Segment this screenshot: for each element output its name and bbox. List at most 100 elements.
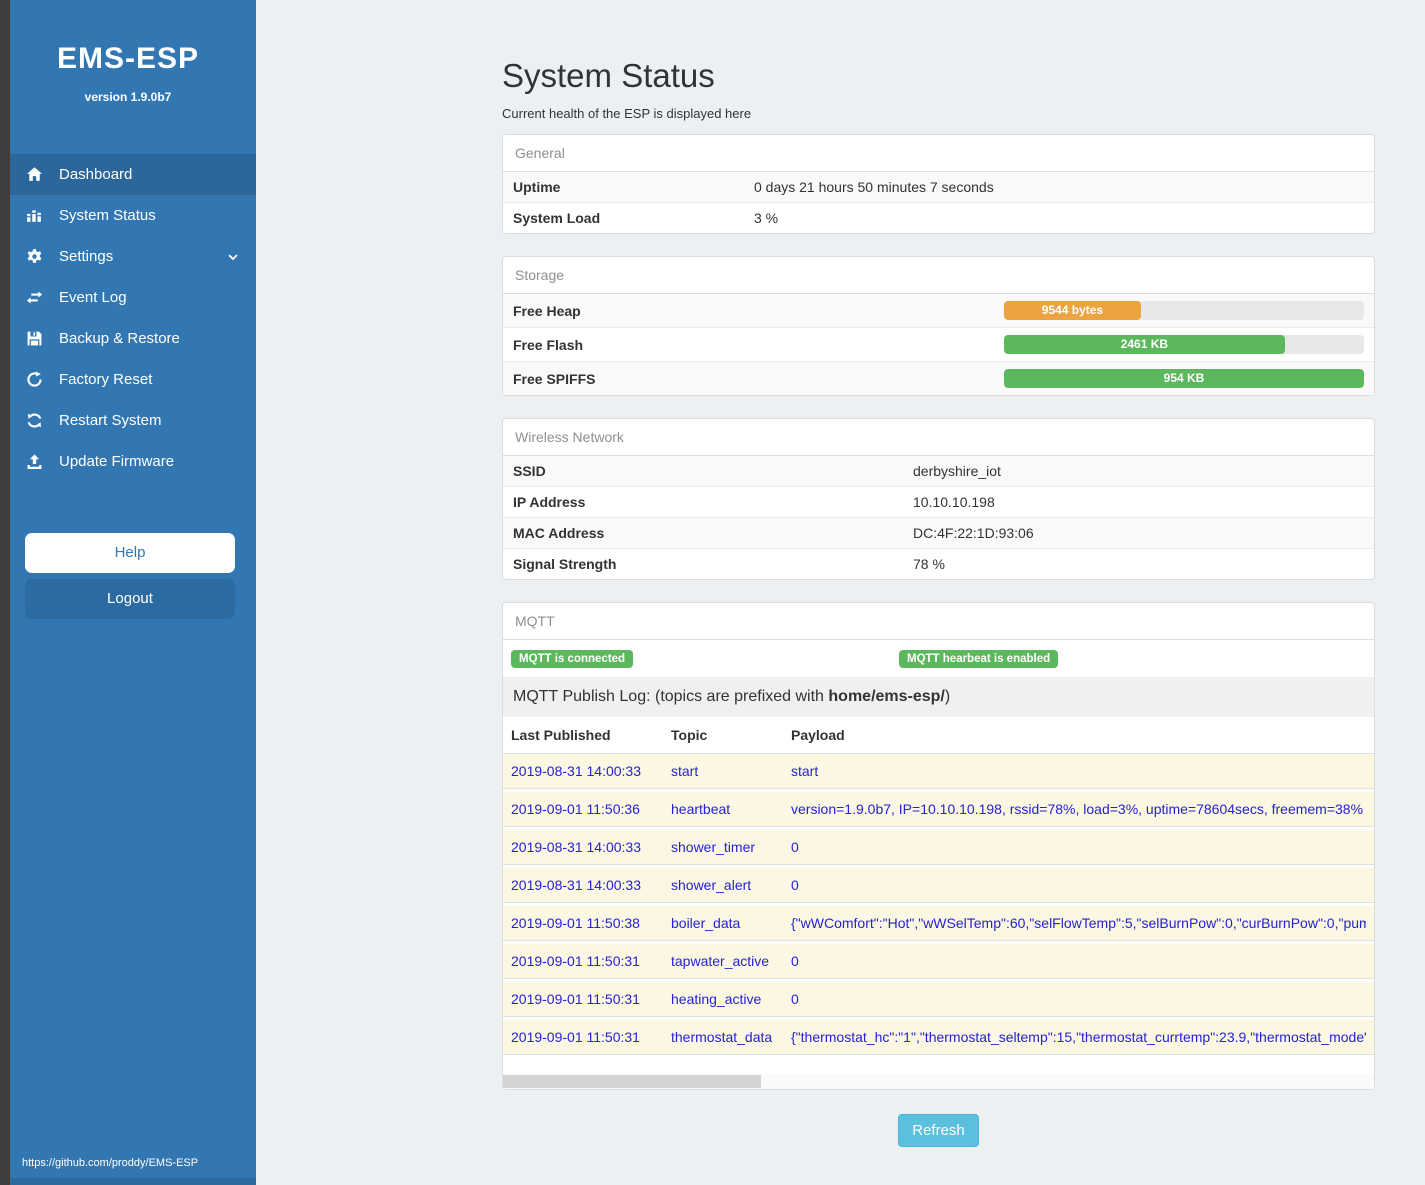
sidebar-item-restart-system[interactable]: Restart System [0,400,256,441]
log-last-published: 2019-09-01 11:50:31 [511,991,671,1007]
general-panel: General Uptime0 days 21 hours 50 minutes… [502,134,1375,234]
sidebar-item-label: System Status [59,207,156,224]
horizontal-scrollbar-thumb[interactable] [503,1075,761,1088]
log-last-published: 2019-09-01 11:50:38 [511,915,671,931]
sidebar-item-label: Settings [59,248,113,265]
general-panel-title: General [503,135,1374,172]
log-payload: 0 [791,953,1366,969]
mqtt-log-table-header: Last Published Topic Payload [503,717,1374,754]
sidebar-item-dashboard[interactable]: Dashboard [0,154,256,195]
log-topic: heating_active [671,991,791,1007]
log-topic: start [671,763,791,779]
sidebar-item-update-firmware[interactable]: Update Firmware [0,441,256,482]
mqtt-log-row: 2019-08-31 14:00:33startstart [503,754,1374,789]
sidebar-item-system-status[interactable]: System Status [0,195,256,236]
row-label: Free SPIFFS [513,371,1004,387]
log-payload: {"thermostat_hc":"1","thermostat_seltemp… [791,1029,1366,1045]
row-label: Signal Strength [513,556,913,572]
log-payload: start [791,763,1366,779]
row-label: SSID [513,463,913,479]
log-payload: 0 [791,877,1366,893]
mqtt-log-row: 2019-08-31 14:00:33shower_timer0 [503,830,1374,865]
sidebar-item-label: Update Firmware [59,453,174,470]
progress-label: 954 KB [1164,371,1205,385]
row-label: IP Address [513,494,913,510]
sidebar-item-label: Backup & Restore [59,330,180,347]
mqtt-log-heading-prefix: MQTT Publish Log: (topics are prefixed w… [513,688,828,705]
status-badge-mqtt-hearbeat-is-enabled: MQTT hearbeat is enabled [899,650,1058,668]
progress-fill: 9544 bytes [1004,301,1141,320]
log-last-published: 2019-08-31 14:00:33 [511,839,671,855]
progress-label: 2461 KB [1121,337,1168,351]
log-payload: 0 [791,991,1366,1007]
row-label: MAC Address [513,525,913,541]
table-row: IP Address10.10.10.198 [503,486,1374,517]
exchange-icon [26,289,43,306]
sidebar-item-factory-reset[interactable]: Factory Reset [0,359,256,400]
page-title: System Status [502,0,1375,95]
row-value: 78 % [913,556,945,572]
column-header-last-published: Last Published [511,727,671,743]
mqtt-log-row: 2019-09-01 11:50:31thermostat_data{"ther… [503,1020,1374,1055]
reset-icon [26,371,43,388]
mqtt-badge-row: MQTT is connected MQTT hearbeat is enable… [503,640,1374,677]
mqtt-panel: MQTT MQTT is connected MQTT hearbeat is e… [502,602,1375,1090]
column-header-topic: Topic [671,727,791,743]
mqtt-log-heading-topic-prefix: home/ems-esp/ [828,688,944,705]
log-payload: version=1.9.0b7, IP=10.10.10.198, rssid=… [791,801,1366,817]
github-link[interactable]: https://github.com/proddy/EMS-ESP [22,1157,198,1169]
row-label: Free Heap [513,303,1004,319]
mqtt-log-row: 2019-09-01 11:50:38boiler_data{"wWComfor… [503,906,1374,941]
logout-button[interactable]: Logout [25,579,235,619]
app-brand: EMS-ESP [0,42,256,76]
log-last-published: 2019-09-01 11:50:31 [511,953,671,969]
row-value: 3 % [754,210,778,226]
main-area: System Status Current health of the ESP … [256,0,1425,1185]
log-topic: tapwater_active [671,953,791,969]
sidebar-item-event-log[interactable]: Event Log [0,277,256,318]
sidebar-item-label: Restart System [59,412,162,429]
sidebar-dark-edge [0,0,10,1185]
save-icon [26,330,43,347]
progress-bar: 2461 KB [1004,335,1364,354]
upload-icon [26,453,43,470]
log-last-published: 2019-08-31 14:00:33 [511,877,671,893]
refresh-button[interactable]: Refresh [898,1114,979,1147]
app-version: version 1.9.0b7 [0,90,256,104]
table-row: System Load3 % [503,202,1374,233]
wireless-panel: Wireless Network SSIDderbyshire_iotIP Ad… [502,418,1375,580]
table-row: Signal Strength78 % [503,548,1374,579]
mqtt-log-row: 2019-08-31 14:00:33shower_alert0 [503,868,1374,903]
sidebar-item-label: Factory Reset [59,371,152,388]
log-last-published: 2019-09-01 11:50:36 [511,801,671,817]
sidebar-item-backup-restore[interactable]: Backup & Restore [0,318,256,359]
row-value: DC:4F:22:1D:93:06 [913,525,1034,541]
restart-icon [26,412,43,429]
sidebar: EMS-ESP version 1.9.0b7 Dashboard System … [0,0,256,1185]
log-topic: heartbeat [671,801,791,817]
status-badge-mqtt-is-connected: MQTT is connected [511,650,633,668]
log-topic: shower_timer [671,839,791,855]
storage-panel-title: Storage [503,257,1374,294]
progress-fill: 2461 KB [1004,335,1285,354]
horizontal-scrollbar[interactable] [503,1074,1374,1089]
row-label: Free Flash [513,337,1004,353]
mqtt-panel-title: MQTT [503,603,1374,640]
status-icon [26,207,43,224]
sidebar-item-settings[interactable]: Settings [0,236,256,277]
log-topic: boiler_data [671,915,791,931]
table-row: Free Heap9544 bytes [503,294,1374,327]
log-spacer [503,1058,1374,1074]
table-row: Uptime0 days 21 hours 50 minutes 7 secon… [503,172,1374,202]
row-value: derbyshire_iot [913,463,1001,479]
sidebar-nav: Dashboard System Status Settings Event Log B… [0,154,256,482]
help-button[interactable]: Help [25,533,235,573]
log-topic: shower_alert [671,877,791,893]
storage-panel: Storage Free Heap9544 bytes Free Flash 246… [502,256,1375,396]
mqtt-log-row: 2019-09-01 11:50:36heartbeatversion=1.9.… [503,792,1374,827]
progress-bar: 954 KB [1004,369,1364,388]
mqtt-log-heading-suffix: ) [945,688,950,705]
mqtt-log-row: 2019-09-01 11:50:31tapwater_active0 [503,944,1374,979]
table-row: Free Flash 2461 KB [503,327,1374,361]
row-value: 10.10.10.198 [913,494,995,510]
